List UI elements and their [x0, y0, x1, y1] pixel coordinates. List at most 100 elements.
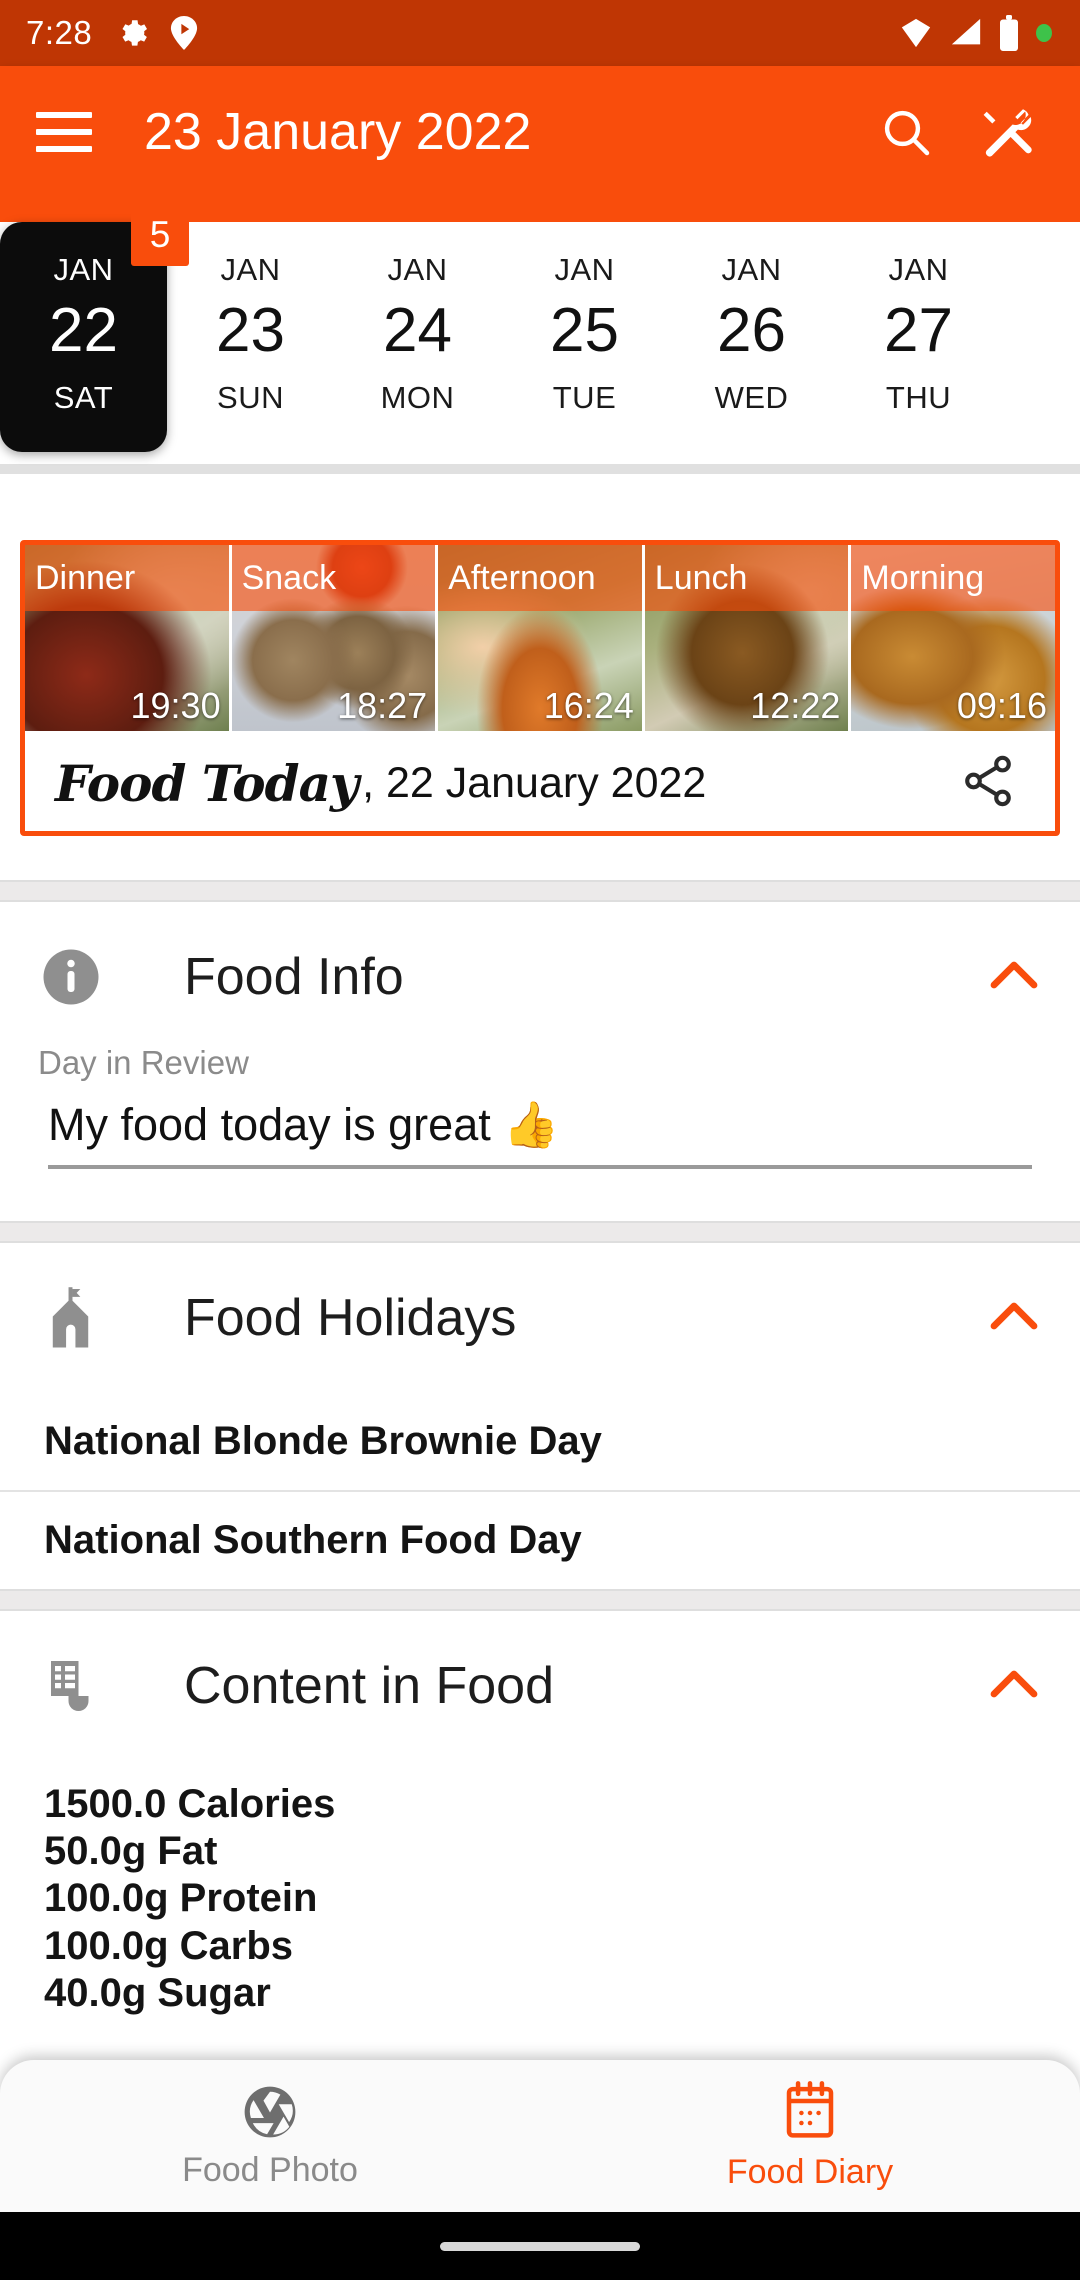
date-cell-selected[interactable]: 5 JAN 22 SAT	[0, 204, 189, 452]
date-cell-month: JAN	[554, 252, 615, 287]
section-content-in-food: Content in Food 1500.0 Calories 50.0g Fa…	[0, 1611, 1080, 2017]
date-cell-month: JAN	[220, 252, 281, 287]
holiday-item[interactable]: National Blonde Brownie Day	[0, 1393, 1080, 1490]
chevron-up-icon[interactable]	[986, 1664, 1042, 1709]
food-today-script-label: Food Today	[55, 753, 359, 813]
nutrition-list: 1500.0 Calories 50.0g Fat 100.0g Protein…	[0, 1761, 1080, 2017]
date-cell[interactable]: JAN 24 MON	[334, 222, 501, 452]
tools-icon[interactable]	[978, 103, 1038, 161]
share-icon[interactable]	[959, 752, 1031, 815]
nav-label: Food Photo	[182, 2150, 358, 2189]
status-bar-notification-icons	[114, 16, 198, 50]
meal-thumbnail[interactable]: Morning 09:16	[851, 545, 1055, 731]
section-divider	[0, 1589, 1080, 1611]
meal-label: Afternoon	[438, 545, 642, 611]
meal-thumbnail[interactable]: Dinner 19:30	[25, 545, 232, 731]
section-divider	[0, 1221, 1080, 1243]
date-cell-weekday: MON	[380, 380, 455, 415]
app-screen: 7:28 23 January 2022 5 JAN 22 SAT JAN 23…	[0, 0, 1080, 2280]
date-cell-month: JAN	[888, 252, 949, 287]
date-cell-day: 23	[216, 296, 285, 365]
search-icon[interactable]	[878, 104, 934, 160]
status-bar: 7:28	[0, 0, 1080, 66]
section-food-info: Food Info Day in Review My food today is…	[0, 902, 1080, 1221]
meal-thumbnail-row: Dinner 19:30 Snack 18:27 Afternoon 16:24…	[25, 545, 1055, 731]
nav-label: Food Diary	[726, 2152, 894, 2191]
content-scroll: Food Info Day in Review My food today is…	[0, 880, 1080, 2017]
gear-icon	[122, 20, 148, 46]
date-cell-weekday: SAT	[53, 380, 114, 415]
dot-indicator-icon	[1036, 24, 1052, 42]
section-food-holidays: Food Holidays National Blonde Brownie Da…	[0, 1243, 1080, 1589]
date-cell[interactable]: JAN 26 WED	[668, 222, 835, 452]
bottom-navigation: Food Photo Food Diary	[0, 2060, 1080, 2212]
system-gesture-bar	[0, 2212, 1080, 2280]
battery-icon	[1000, 15, 1018, 51]
food-today-date-label: , 22 January 2022	[362, 758, 707, 807]
nav-item-food-diary[interactable]: Food Diary	[540, 2060, 1080, 2212]
date-cell-badge: 5	[131, 204, 189, 266]
meal-thumbnail[interactable]: Afternoon 16:24	[438, 545, 645, 731]
section-divider	[0, 880, 1080, 902]
date-cell-day: 26	[717, 296, 786, 365]
meal-label: Dinner	[25, 545, 229, 611]
info-circle-icon	[38, 947, 104, 1007]
hamburger-menu-icon[interactable]	[36, 112, 92, 152]
chevron-up-icon[interactable]	[986, 955, 1042, 1000]
date-cell-day: 24	[383, 296, 452, 365]
meal-time: 12:22	[750, 685, 841, 726]
date-cell[interactable]: JAN 25 TUE	[501, 222, 668, 452]
status-bar-system-icons	[898, 15, 1054, 51]
signal-icon	[951, 18, 981, 45]
meal-label: Lunch	[644, 545, 849, 611]
holiday-item[interactable]: National Southern Food Day	[0, 1490, 1080, 1589]
play-badge-icon	[171, 16, 198, 50]
food-today-footer: Food Today , 22 January 2022	[25, 731, 1055, 831]
status-bar-clock: 7:28	[26, 14, 93, 51]
page-title: 23 January 2022	[144, 103, 532, 161]
food-today-card: Dinner 19:30 Snack 18:27 Afternoon 16:24…	[20, 540, 1060, 836]
nutrition-item: 40.0g Sugar	[44, 1970, 271, 2015]
section-title: Content in Food	[184, 1657, 555, 1715]
aperture-icon	[244, 2086, 296, 2137]
date-cell-weekday: SUN	[217, 380, 284, 415]
date-cell-weekday: THU	[885, 380, 952, 415]
section-header-food-info[interactable]: Food Info	[0, 902, 1080, 1052]
date-cell[interactable]: JAN 23 SUN	[167, 222, 334, 452]
nutrition-item: 100.0g Protein	[44, 1876, 318, 1921]
section-header-content-in-food[interactable]: Content in Food	[0, 1611, 1080, 1761]
date-cell-day: 27	[884, 296, 953, 365]
date-cell-day: 25	[550, 296, 619, 365]
day-in-review-input[interactable]: My food today is great 👍	[48, 1098, 1032, 1169]
meal-time: 18:27	[337, 685, 428, 726]
meal-time: 09:16	[956, 685, 1047, 726]
meal-thumbnail[interactable]: Snack 18:27	[231, 545, 439, 731]
meal-label: Morning	[851, 545, 1055, 611]
wifi-icon	[901, 18, 931, 48]
date-strip[interactable]: 5 JAN 22 SAT JAN 23 SUN JAN 24 MON JAN 2…	[0, 204, 1080, 464]
date-cell-day: 22	[49, 296, 118, 365]
gesture-pill[interactable]	[440, 2241, 640, 2251]
day-in-review-label: Day in Review	[38, 1044, 249, 1081]
date-cell-weekday: WED	[714, 380, 789, 415]
meal-thumbnail[interactable]: Lunch 12:22	[644, 545, 852, 731]
meal-label: Snack	[231, 545, 436, 611]
nutrition-item: 1500.0 Calories	[44, 1782, 336, 1826]
date-cell-month: JAN	[721, 252, 782, 287]
section-title: Food Holidays	[184, 1289, 517, 1347]
nutrition-table-icon	[38, 1656, 104, 1716]
date-cell-weekday: TUE	[552, 380, 617, 415]
meal-time: 19:30	[130, 685, 221, 726]
calendar-icon	[786, 2080, 834, 2138]
date-strip-divider	[0, 464, 1080, 474]
date-cell-month: JAN	[53, 252, 114, 287]
nutrition-item: 100.0g Carbs	[44, 1923, 294, 1968]
church-icon	[38, 1286, 104, 1350]
chevron-up-icon[interactable]	[986, 1296, 1042, 1341]
section-header-food-holidays[interactable]: Food Holidays	[0, 1243, 1080, 1393]
app-bar-row: 23 January 2022	[0, 66, 1080, 198]
nav-item-food-photo[interactable]: Food Photo	[0, 2060, 540, 2212]
meal-time: 16:24	[543, 685, 634, 726]
section-title: Food Info	[184, 948, 404, 1006]
date-cell[interactable]: JAN 27 THU	[835, 222, 1002, 452]
